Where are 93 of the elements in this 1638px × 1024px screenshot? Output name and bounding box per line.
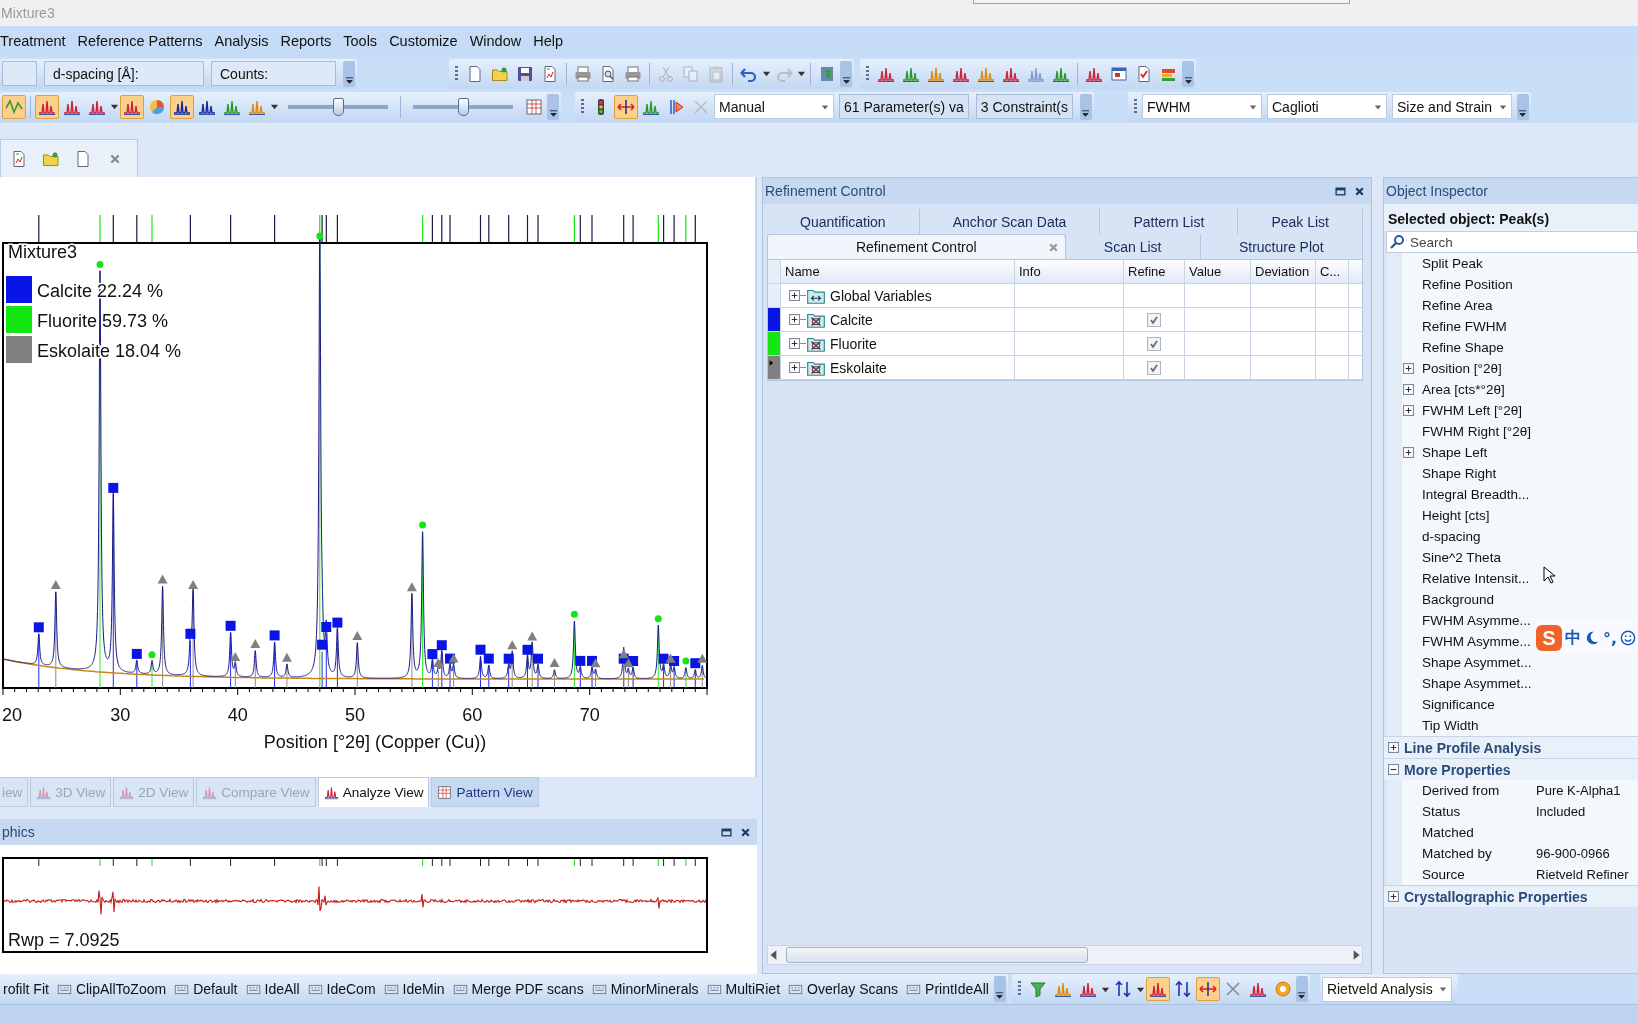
rwp-label: Rwp = 7.0925 <box>8 930 120 951</box>
menu-item[interactable]: Analysis <box>208 33 275 50</box>
legend-title: Mixture3 <box>8 242 78 263</box>
property-label: Matched <box>1422 825 1475 841</box>
axis-tick-label: 70 <box>579 705 600 726</box>
axis-tick-label: 20 <box>2 705 22 726</box>
macro-button[interactable]: PrintIdeAll <box>903 977 992 1002</box>
property-label: Shape Left <box>1422 445 1488 461</box>
macro-button[interactable]: IdeAll <box>242 977 303 1002</box>
tab[interactable]: Pattern List <box>1100 209 1239 235</box>
dropdown[interactable]: Rietveld Analysis <box>1321 976 1452 1002</box>
row-name: Eskolaite <box>830 359 887 376</box>
property-label: FWHM Asymme... <box>1422 634 1531 650</box>
search-field[interactable]: Search <box>1386 231 1638 254</box>
macro-button[interactable]: Overlay Scans <box>785 977 902 1002</box>
property-label: Source <box>1422 867 1466 883</box>
menu-item[interactable]: Treatment <box>0 33 72 50</box>
property-value: 96-900-0966 <box>1536 846 1610 862</box>
menu-item[interactable]: Reference Patterns <box>71 33 209 50</box>
property-label: FWHM Left [°2θ] <box>1422 403 1522 419</box>
row-name: Calcite <box>830 311 873 328</box>
status-box[interactable]: 61 Parameter(s) va <box>839 94 969 120</box>
menu-item[interactable]: Window <box>463 33 528 50</box>
axis-tick-label: 60 <box>462 705 483 726</box>
dropdown[interactable]: Manual <box>714 94 834 120</box>
readout-field[interactable]: Counts: <box>211 61 336 87</box>
property-value: Pure K-Alpha1 <box>1536 783 1621 799</box>
row-name: Global Variables <box>830 287 932 304</box>
property-label: FWHM Right [°2θ] <box>1422 424 1531 440</box>
punctuation-toggle[interactable]: °, <box>1603 628 1618 648</box>
macro-button[interactable]: Merge PDF scans <box>449 977 587 1002</box>
property-label: Status <box>1422 804 1462 820</box>
column-header[interactable]: Info <box>1015 260 1124 284</box>
property-label: Shape Asymmet... <box>1422 676 1532 692</box>
selected-object-label: Selected object: Peak(s) <box>1384 204 1638 232</box>
status-box[interactable]: 3 Constraint(s <box>975 94 1073 120</box>
property-label: Shape Asymmet... <box>1422 655 1532 671</box>
macro-button[interactable]: rofilt Fit <box>0 977 52 1002</box>
property-label: d-spacing <box>1422 529 1481 545</box>
macro-button[interactable]: Default <box>171 977 241 1002</box>
menu-item[interactable]: Help <box>527 33 570 50</box>
menu-item[interactable]: Reports <box>274 33 338 50</box>
row-name: Fluorite <box>830 335 877 352</box>
tab[interactable]: Refinement Control <box>767 234 1066 260</box>
property-value: Rietveld Refiner <box>1536 867 1629 883</box>
property-label: Sine^2 Theta <box>1422 550 1501 566</box>
macro-button[interactable]: IdeMin <box>380 977 448 1002</box>
dropdown[interactable]: FWHM <box>1142 94 1262 120</box>
menu-item[interactable]: Tools <box>337 33 384 50</box>
property-label: FWHM Asymme... <box>1422 613 1531 629</box>
property-label: Height [cts] <box>1422 508 1490 524</box>
property-label: Area [cts*°2θ] <box>1422 382 1505 398</box>
property-label: Significance <box>1422 697 1495 713</box>
macro-button[interactable]: ClipAllToZoom <box>53 977 170 1002</box>
menu-item[interactable]: Customize <box>383 33 464 50</box>
dropdown[interactable]: Caglioti <box>1267 94 1387 120</box>
property-label: Refine Shape <box>1422 340 1504 356</box>
panel-title: Refinement Control <box>765 183 887 200</box>
property-label: Split Peak <box>1422 256 1483 272</box>
dropdown[interactable]: Size and Strain <box>1392 94 1512 120</box>
axis-tick-label: 40 <box>227 705 248 726</box>
property-label: Relative Intensit... <box>1422 571 1530 587</box>
column-header[interactable]: Value <box>1185 260 1251 284</box>
property-label: Refine FWHM <box>1422 319 1507 335</box>
property-label: Derived from <box>1422 783 1501 799</box>
property-label: Integral Breadth... <box>1422 487 1530 503</box>
column-header[interactable]: C... <box>1316 260 1349 284</box>
window-title: Mixture3 <box>0 4 55 21</box>
property-label: Shape Right <box>1422 466 1497 482</box>
property-label: Refine Position <box>1422 277 1513 293</box>
property-value: Included <box>1536 804 1586 820</box>
axis-tick-label: 30 <box>110 705 131 726</box>
column-header[interactable]: Refine <box>1124 260 1185 284</box>
macro-button[interactable]: IdeCom <box>304 977 379 1002</box>
property-label: Tip Width <box>1422 718 1479 734</box>
macro-button[interactable]: MinorMinerals <box>588 977 702 1002</box>
column-header[interactable]: Name <box>781 260 1015 284</box>
readout-field[interactable]: d-spacing [Å]: <box>44 61 204 87</box>
view-tab[interactable]: Analyze View <box>317 777 430 808</box>
panel-title: Object Inspector <box>1386 183 1489 200</box>
property-label: Matched by <box>1422 846 1493 862</box>
language-toggle[interactable]: 中 <box>1565 627 1581 649</box>
view-tab[interactable]: Pattern View <box>431 777 539 808</box>
macro-button[interactable]: MultiRiet <box>703 977 784 1002</box>
tab[interactable]: Peak List <box>1238 209 1364 235</box>
legend-label: Fluorite 59.73 % <box>37 311 169 332</box>
axis-tick-label: 50 <box>345 705 365 726</box>
property-label: Refine Area <box>1422 298 1493 314</box>
panel-title: phics <box>2 824 36 841</box>
property-label: Position [°2θ] <box>1422 361 1502 377</box>
property-label: Background <box>1422 592 1495 608</box>
axis-title: Position [°2θ] (Copper (Cu)) <box>263 732 487 753</box>
column-header[interactable]: Deviation <box>1251 260 1316 284</box>
